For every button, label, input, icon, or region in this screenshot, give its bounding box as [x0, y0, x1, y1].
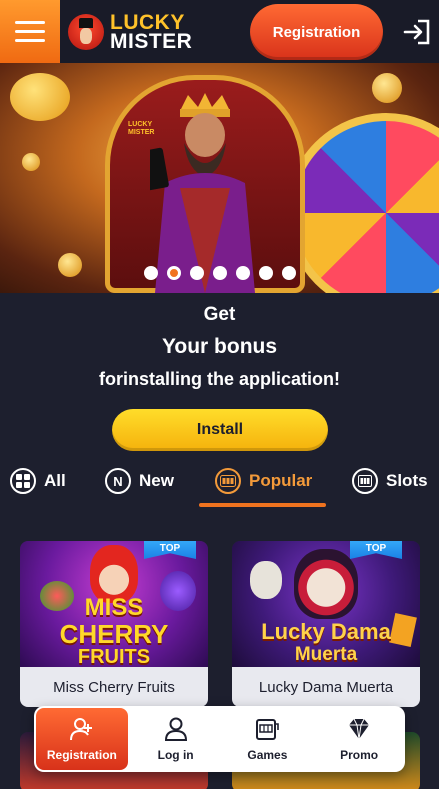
carousel-dot[interactable]: [281, 266, 296, 280]
mister-mascot-icon: [68, 13, 104, 50]
game-thumbnail: TOP Lucky Dama Muerta: [232, 541, 420, 667]
top-badge: TOP: [144, 541, 196, 559]
carousel-dot[interactable]: [212, 266, 227, 280]
new-n-icon: N: [105, 468, 131, 494]
carousel-dots: [0, 266, 439, 280]
carousel-dot[interactable]: [189, 266, 204, 280]
diamond-icon: [349, 718, 370, 740]
nav-label: Registration: [46, 748, 117, 762]
tab-label: All: [44, 471, 66, 490]
bonus-line-get: Get: [203, 304, 236, 325]
nav-log-in[interactable]: Log in: [130, 706, 222, 772]
carousel-dot[interactable]: [235, 266, 250, 280]
tab-label: New: [139, 471, 174, 490]
gold-coin-image: [372, 73, 402, 103]
promo-banner-carousel[interactable]: LUCKY MISTER: [0, 63, 439, 293]
menu-bar-icon: [15, 30, 45, 33]
menu-bar-icon: [15, 39, 45, 42]
nav-promo[interactable]: Promo: [313, 706, 405, 772]
tab-all[interactable]: All: [10, 458, 66, 504]
thumb-title-line: FRUITS: [77, 646, 151, 668]
nav-label: Promo: [340, 748, 379, 762]
app-bonus-promo: Get Your bonus forinstalling the applica…: [0, 300, 439, 392]
game-title: Lucky Dama Muerta: [232, 667, 420, 707]
install-button[interactable]: Install: [112, 409, 328, 451]
logo-text-mister: MISTER: [110, 29, 193, 53]
game-title: Miss Cherry Fruits: [20, 667, 208, 707]
grid-icon: [10, 468, 36, 494]
nav-registration[interactable]: Registration: [36, 708, 128, 770]
hamburger-menu-button[interactable]: [0, 0, 60, 63]
tab-label: Popular: [249, 471, 313, 490]
skull-image: [250, 561, 282, 599]
thumb-title-line: CHERRY: [59, 619, 169, 649]
game-card-lucky-dama-muerta[interactable]: TOP Lucky Dama Muerta Lucky Dama Muerta: [232, 541, 420, 707]
add-user-icon: [69, 718, 92, 741]
nav-games[interactable]: Games: [222, 706, 314, 772]
slots-icon: [352, 468, 378, 494]
tab-label: Slots: [386, 471, 428, 490]
tab-popular[interactable]: Popular: [215, 458, 312, 504]
top-header: LUCKY MISTER Registration: [0, 0, 439, 63]
active-tab-indicator: [199, 503, 326, 507]
golden-piggy-bank-image: [10, 73, 70, 121]
carousel-dot[interactable]: [143, 266, 158, 280]
slot-machine-icon: [256, 719, 280, 740]
registration-button[interactable]: Registration: [250, 4, 383, 60]
thumb-title-line: Muerta: [294, 644, 358, 665]
tab-slots[interactable]: Slots: [352, 458, 428, 504]
login-icon[interactable]: [402, 17, 432, 47]
thumb-title-line: MISS: [84, 594, 144, 621]
bonus-line-title: Your bonus: [161, 335, 278, 358]
site-logo[interactable]: LUCKY MISTER: [68, 0, 192, 63]
bottom-navigation: Registration Log in Games Promo: [34, 706, 405, 772]
logo-text-lucky: LUCKY: [110, 10, 185, 34]
slot-machine-icon: [215, 468, 241, 494]
gold-coin-image: [22, 153, 40, 171]
nav-label: Games: [247, 748, 288, 762]
thumb-title-line: Lucky Dama: [261, 619, 391, 644]
phone-screen-logo: LUCKY MISTER: [128, 121, 155, 136]
carousel-dot[interactable]: [258, 266, 273, 280]
bonus-line-description: forinstalling the application!: [98, 369, 340, 389]
menu-bar-icon: [15, 21, 45, 24]
tab-new[interactable]: N New: [105, 458, 174, 504]
king-character-image: [150, 93, 255, 293]
carousel-dot-active[interactable]: [166, 266, 181, 280]
top-badge: TOP: [350, 541, 402, 559]
game-thumbnail: TOP MISS CHERRY FRUITS: [20, 541, 208, 667]
dama-muerta-image: [294, 549, 358, 619]
game-card-miss-cherry-fruits[interactable]: TOP MISS CHERRY FRUITS Miss Cherry Fruit…: [20, 541, 208, 707]
user-icon: [164, 717, 187, 741]
nav-label: Log in: [157, 748, 194, 762]
app-page: LUCKY MISTER Registration LUCKY MISTER G…: [0, 0, 439, 789]
